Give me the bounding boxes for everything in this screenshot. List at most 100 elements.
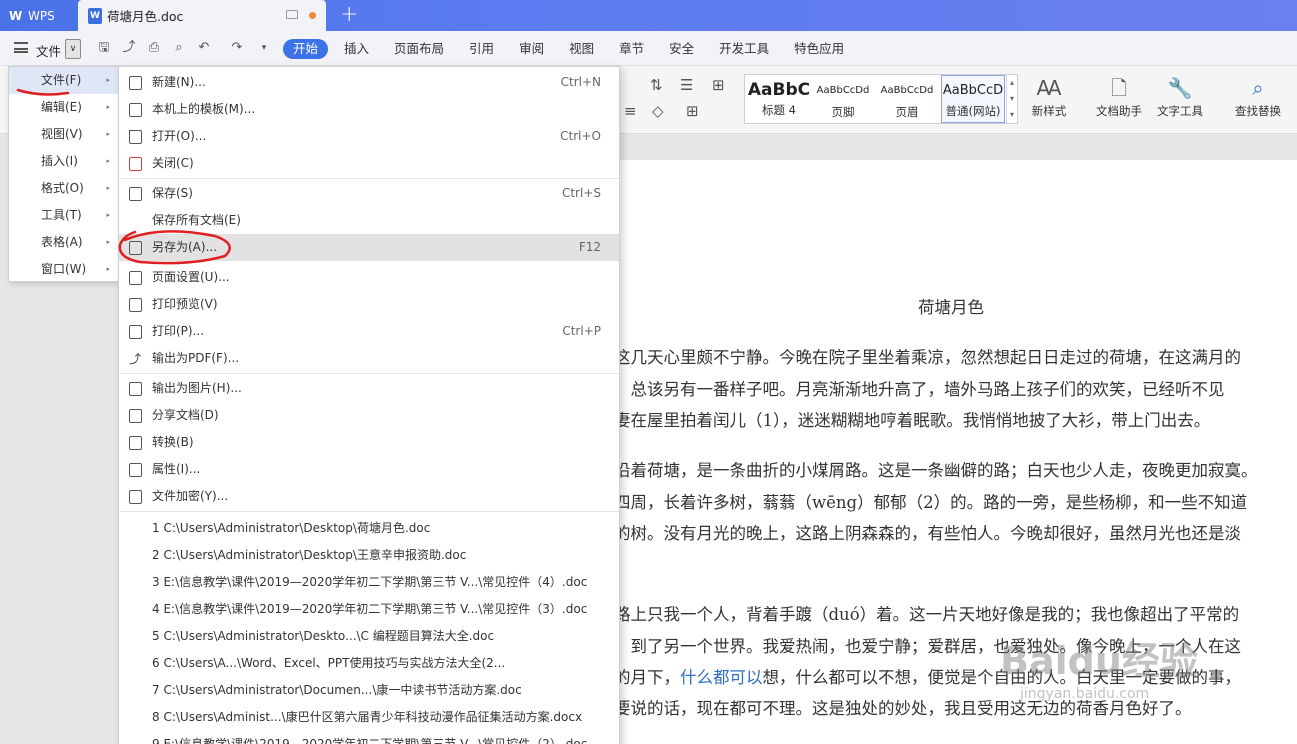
recent-file-item[interactable]: 9 E:\信息教学\课件\2019—2020学年初二下学期\第三节 V...\常… [152,735,587,744]
wps-home-tab[interactable]: W WPS [0,0,74,31]
close-doc-icon [129,157,142,171]
text-tools-label: 文字工具 [1157,104,1203,118]
menu-page-setup[interactable]: 页面设置(U)... [119,264,619,291]
menu-item-label: 插入(I) [41,154,78,168]
style-normal-web[interactable]: AaBbCcD 普通(网站) [941,75,1005,123]
menu-item-format[interactable]: 格式(O) ▸ [9,175,118,202]
menu-item-tools[interactable]: 工具(T) ▸ [9,202,118,229]
menu-local-templates[interactable]: 本机上的模板(M)... [119,96,619,123]
chevron-right-icon: ▸ [106,184,110,192]
sort-icon[interactable]: ⇅ [650,76,663,94]
style-footer[interactable]: AaBbCcDd 页脚 [811,75,875,123]
border-icon[interactable]: ⊞ [686,102,699,120]
menu-export-pdf[interactable]: ⤴ 输出为PDF(F)... [119,345,619,372]
paragraph-spacing-icon[interactable]: ☰ [680,76,693,94]
menu-close[interactable]: 关闭(C) [119,150,619,177]
tab-developer[interactable]: 开发工具 [719,39,769,59]
document-tab-label: 荷塘月色.doc [107,9,184,24]
save-as-icon [129,241,142,255]
tab-review[interactable]: 审阅 [519,39,544,59]
menu-print-preview[interactable]: 打印预览(V) [119,291,619,318]
menu-item-view[interactable]: 视图(V) ▸ [9,121,118,148]
menu-encrypt[interactable]: 文件加密(Y)... [119,483,619,510]
style-sample: AaBbCcDd [880,85,934,96]
redo-icon[interactable]: ↷ [230,41,244,55]
doc-paragraph-line: 四周，长着许多树，蓊蓊（wēng）郁郁（2）的。路的一旁，是些杨柳，和一些不知道 [614,493,1248,512]
tab-page-layout[interactable]: 页面布局 [394,39,444,59]
menu-save-as[interactable]: 另存为(A)... F12 [119,234,619,261]
tab-security[interactable]: 安全 [669,39,694,59]
document-tab[interactable]: W 荷塘月色.doc [78,0,326,31]
customize-dropdown-icon[interactable]: ▾ [257,41,271,55]
text-tools-button[interactable]: 🔧 文字工具 [1152,76,1208,119]
doc-helper-button[interactable]: 🗋 文档助手 [1092,76,1146,119]
encrypt-icon [129,490,142,504]
menu-item-label: 输出为图片(H)... [152,381,242,395]
doc-paragraph-line: 要说的话，现在都可不理。这是独处的妙处，我且受用这无边的荷香月色好了。 [614,699,1192,718]
menu-item-label: 另存为(A)... [152,240,218,254]
recent-file-item[interactable]: 5 C:\Users\Administrator\Deskto...\C 编程题… [152,627,494,644]
tab-insert[interactable]: 插入 [344,39,369,59]
menu-save-all[interactable]: 保存所有文档(E) [119,207,619,234]
menu-properties[interactable]: 属性(I)... [119,456,619,483]
menu-share[interactable]: 分享文档(D) [119,402,619,429]
menu-item-label: 打印预览(V) [152,297,218,311]
export-pdf-icon[interactable]: ⤴ [122,41,136,55]
style-heading-4[interactable]: AaBbC 标题 4 [747,75,811,123]
chevron-down-icon[interactable]: ∨ [65,39,81,59]
monitor-icon[interactable] [286,10,298,19]
recent-file-item[interactable]: 4 E:\信息教学\课件\2019—2020学年初二下学期\第三节 V...\常… [152,600,587,617]
hamburger-icon[interactable] [14,42,28,53]
tab-home[interactable]: 开始 [283,39,329,59]
new-tab-button[interactable]: + [340,3,358,27]
style-header[interactable]: AaBbCcDd 页眉 [875,75,939,123]
menu-save[interactable]: 保存(S) Ctrl+S [119,180,619,207]
style-sample: AaBbCcD [942,83,1004,98]
recent-file-item[interactable]: 8 C:\Users\Administ...\康巴什区第六届青少年科技动漫作品征… [152,708,582,725]
menu-item-label: 打印(P)... [152,324,205,338]
menu-new[interactable]: 新建(N)... Ctrl+N [119,69,619,96]
doc-text: 的月下， [614,668,680,687]
menu-item-file[interactable]: 文件(F) ▸ [9,67,118,94]
menu-item-insert[interactable]: 插入(I) ▸ [9,148,118,175]
fill-color-icon[interactable]: ◇ [652,102,664,120]
recent-file-item[interactable]: 3 E:\信息教学\课件\2019—2020学年初二下学期\第三节 V...\常… [152,573,587,590]
find-replace-button[interactable]: ⌕ 查找替换 [1230,76,1286,119]
recent-file-item[interactable]: 6 C:\Users\A...\Word、Excel、PPT使用技巧与实战方法大… [152,654,505,671]
recent-file-item[interactable]: 1 C:\Users\Administrator\Desktop\荷塘月色.do… [152,519,430,536]
menu-open[interactable]: 打开(O)... Ctrl+O [119,123,619,150]
tab-references[interactable]: 引用 [469,39,494,59]
menu-item-table[interactable]: 表格(A) ▸ [9,229,118,256]
tab-view[interactable]: 视图 [569,39,594,59]
menu-item-label: 文件加密(Y)... [152,489,229,503]
menu-item-window[interactable]: 窗口(W) ▸ [9,256,118,283]
print-icon[interactable]: ⎙ [147,41,161,55]
undo-icon[interactable]: ↶ [197,41,211,55]
align-icon[interactable]: ≡ [624,102,637,120]
menu-item-label: 保存(S) [152,186,193,200]
recent-file-item[interactable]: 7 C:\Users\Administrator\Documen...\康一中读… [152,681,522,698]
table-grid-icon[interactable]: ⊞ [712,76,725,94]
recent-file-item[interactable]: 2 C:\Users\Administrator\Desktop\王意辛申报资助… [152,546,466,563]
pdf-icon: ⤴ [129,352,142,366]
print-preview-icon[interactable]: ⌕ [172,41,186,55]
menu-print[interactable]: 打印(P)... Ctrl+P [119,318,619,345]
style-gallery-scroll[interactable]: ▴ ▾ ▾ [1006,75,1017,123]
wps-logo-icon: W [9,8,23,23]
new-style-button[interactable]: Ꜳ 新样式 [1026,76,1072,119]
tab-special[interactable]: 特色应用 [794,39,844,59]
save-icon[interactable]: 🖫 [97,41,111,55]
doc-paragraph-line: 路上只我一个人，背着手踱（duó）着。这一片天地好像是我的；我也像超出了平常的 [614,605,1240,624]
file-menu-button[interactable]: 文件 [36,41,61,60]
menu-item-label: 保存所有文档(E) [152,213,241,227]
menu-separator [119,373,619,374]
menu-convert[interactable]: 转换(B) [119,429,619,456]
menu-item-label: 属性(I)... [152,462,201,476]
tab-chapter[interactable]: 章节 [619,39,644,59]
unsaved-dot-icon [309,12,316,19]
style-name: 页脚 [831,105,855,119]
menu-item-edit[interactable]: 编辑(E) ▸ [9,94,118,121]
ribbon-tabs: 开始 插入 页面布局 引用 审阅 视图 章节 安全 开发工具 特色应用 [283,39,869,59]
print-icon [129,325,142,339]
menu-export-image[interactable]: 输出为图片(H)... [119,375,619,402]
